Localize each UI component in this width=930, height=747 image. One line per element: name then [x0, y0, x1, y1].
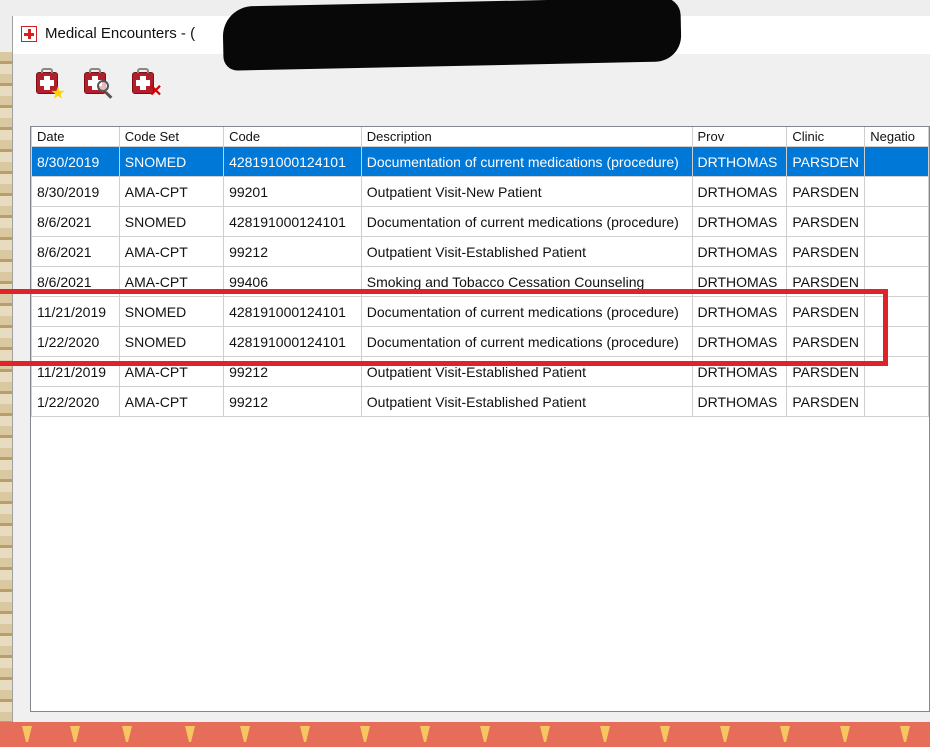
cell-date: 8/30/2019 — [31, 146, 120, 177]
cell-code-set: SNOMED — [118, 146, 225, 177]
cell-code-set: AMA-CPT — [118, 176, 225, 207]
cell-description: Outpatient Visit-New Patient — [360, 176, 693, 207]
cell-description: Outpatient Visit-Established Patient — [360, 386, 693, 417]
header-row: Date Code Set Code Description Prov Clin… — [31, 127, 929, 147]
cell-negation — [864, 146, 929, 177]
cell-clinic: PARSDEN — [786, 206, 866, 237]
cell-prov: DRTHOMAS — [691, 236, 788, 267]
cell-date: 1/22/2020 — [31, 386, 120, 417]
background-window-edge — [0, 52, 12, 747]
cell-negation — [864, 176, 929, 207]
cell-code: 428191000124101 — [223, 206, 362, 237]
cell-description: Outpatient Visit-Established Patient — [360, 236, 693, 267]
table-row[interactable]: 1/22/2020 AMA-CPT 99212 Outpatient Visit-Es… — [31, 386, 929, 417]
cell-code: 99212 — [223, 386, 362, 417]
cell-prov: DRTHOMAS — [691, 386, 788, 417]
table-row[interactable]: 8/30/2019 SNOMED 428191000124101 Documentat… — [31, 146, 929, 177]
cell-prov: DRTHOMAS — [691, 146, 788, 177]
magnifier-icon — [97, 80, 109, 92]
medical-kit-icon — [21, 26, 37, 42]
cell-prov: DRTHOMAS — [691, 176, 788, 207]
column-header-code[interactable]: Code — [223, 127, 362, 147]
cell-clinic: PARSDEN — [786, 386, 866, 417]
annotation-highlight-box — [0, 289, 888, 366]
table-row[interactable]: 8/30/2019 AMA-CPT 99201 Outpatient Visit-Ne… — [31, 176, 929, 207]
cell-code: 99201 — [223, 176, 362, 207]
cell-negation — [864, 386, 929, 417]
cell-code-set: AMA-CPT — [118, 386, 225, 417]
column-header-date[interactable]: Date — [31, 127, 120, 147]
window-title: Medical Encounters - ( — [45, 25, 196, 42]
cell-date: 8/6/2021 — [31, 206, 120, 237]
cell-clinic: PARSDEN — [786, 236, 866, 267]
background-strip — [0, 722, 930, 747]
cell-clinic: PARSDEN — [786, 176, 866, 207]
add-encounter-button[interactable] — [33, 66, 65, 99]
column-header-description[interactable]: Description — [360, 127, 693, 147]
table-row[interactable]: 8/6/2021 SNOMED 428191000124101 Documentati… — [31, 206, 929, 237]
cell-code: 428191000124101 — [223, 146, 362, 177]
view-encounter-button[interactable] — [81, 66, 113, 98]
column-header-negation[interactable]: Negatio — [864, 127, 929, 147]
column-header-code-set[interactable]: Code Set — [118, 127, 225, 147]
cell-code: 99212 — [223, 236, 362, 267]
delete-x-icon: ✕ — [149, 83, 163, 100]
delete-encounter-button[interactable]: ✕ — [129, 66, 163, 100]
cell-description: Documentation of current medications (pr… — [360, 206, 693, 237]
cell-date: 8/6/2021 — [31, 236, 120, 267]
cell-negation — [864, 236, 929, 267]
title-bar[interactable]: Medical Encounters - ( — [13, 0, 930, 71]
column-header-prov[interactable]: Prov — [691, 127, 788, 147]
cell-code-set: SNOMED — [118, 206, 225, 237]
encounters-grid: Date Code Set Code Description Prov Clin… — [30, 126, 930, 712]
cell-code-set: AMA-CPT — [118, 236, 225, 267]
cell-prov: DRTHOMAS — [691, 206, 788, 237]
toolbar: ✕ — [13, 54, 930, 100]
table-row[interactable]: 8/6/2021 AMA-CPT 99212 Outpatient Visit-Est… — [31, 236, 929, 267]
cell-negation — [864, 206, 929, 237]
medical-kit-icon — [36, 68, 58, 94]
cell-date: 8/30/2019 — [31, 176, 120, 207]
cell-description: Documentation of current medications (pr… — [360, 146, 693, 177]
cell-clinic: PARSDEN — [786, 146, 866, 177]
column-header-clinic[interactable]: Clinic — [786, 127, 866, 147]
encounters-table: Date Code Set Code Description Prov Clin… — [31, 127, 929, 417]
